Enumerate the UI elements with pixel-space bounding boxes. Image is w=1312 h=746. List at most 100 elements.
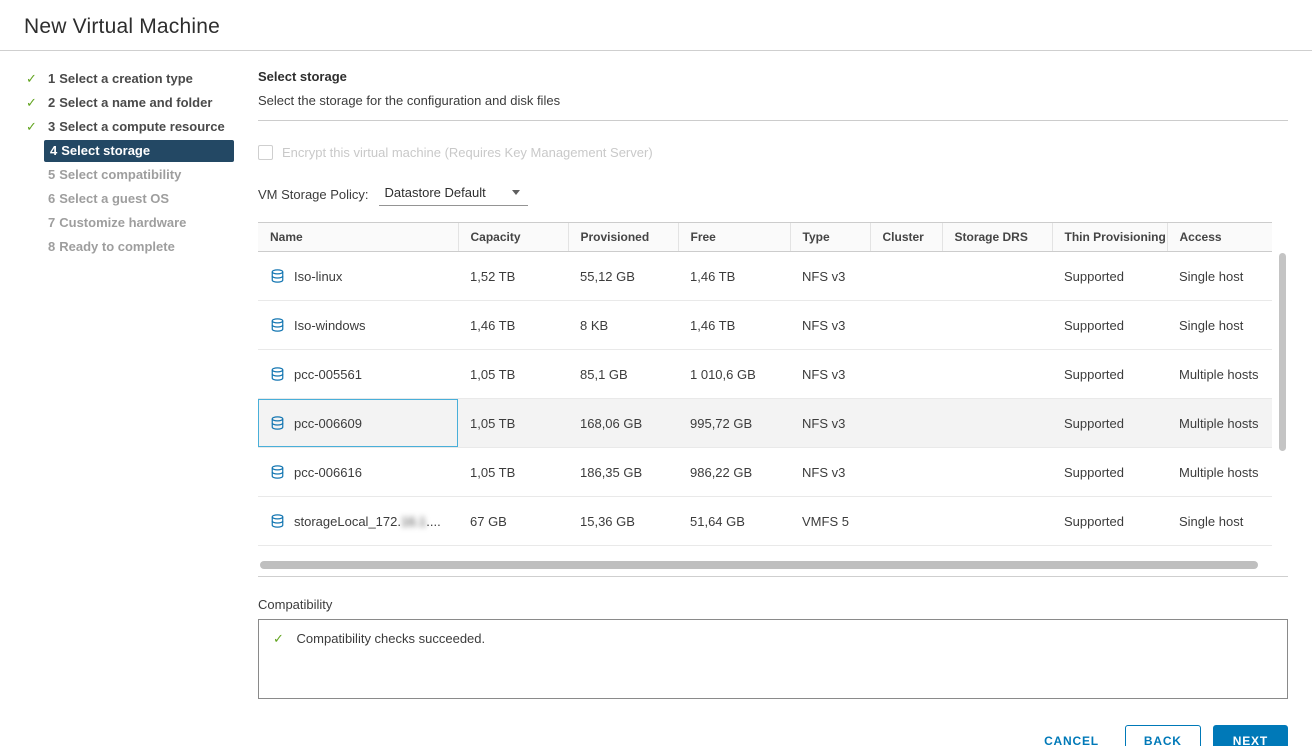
column-header-thin-provisioning[interactable]: Thin Provisioning (1052, 223, 1167, 252)
datastore-icon (270, 366, 285, 382)
chevron-down-icon (512, 190, 520, 195)
column-header-storage-drs[interactable]: Storage DRS (942, 223, 1052, 252)
vm-storage-policy-select[interactable]: Datastore Default (379, 183, 528, 206)
datastore-grid: Name Capacity Provisioned Free Type Clus… (258, 222, 1288, 577)
datastore-icon (270, 415, 285, 431)
cell-thin-provisioning: Supported (1052, 252, 1167, 301)
column-header-type[interactable]: Type (790, 223, 870, 252)
cell-capacity: 1,05 TB (458, 350, 568, 399)
column-header-free[interactable]: Free (678, 223, 790, 252)
step-label: 6Select a guest OS (48, 191, 169, 206)
new-vm-wizard: New Virtual Machine ✓ 1Select a creation… (0, 0, 1312, 746)
table-row[interactable]: pcc-006609 1,05 TB 168,06 GB 995,72 GB N… (258, 399, 1272, 448)
cell-name: Iso-linux (258, 252, 458, 301)
cell-thin-provisioning: Supported (1052, 301, 1167, 350)
check-icon: ✓ (26, 91, 37, 115)
cell-name: storageLocal_172.16.1.... (258, 497, 458, 546)
column-header-name[interactable]: Name (258, 223, 458, 252)
cell-capacity: 67 GB (458, 497, 568, 546)
back-button[interactable]: BACK (1125, 725, 1201, 746)
step-label: 1Select a creation type (48, 71, 193, 86)
column-header-provisioned[interactable]: Provisioned (568, 223, 678, 252)
redacted-text: 16.1 (401, 514, 426, 529)
compatibility-message: Compatibility checks succeeded. (297, 631, 486, 646)
select-storage-pane: Select storage Select the storage for th… (234, 67, 1312, 746)
table-row[interactable]: Iso-linux 1,52 TB 55,12 GB 1,46 TB NFS v… (258, 252, 1272, 301)
cell-type: NFS v3 (790, 399, 870, 448)
cell-storage-drs (942, 301, 1052, 350)
step-label: 8Ready to complete (48, 239, 175, 254)
cell-cluster (870, 252, 942, 301)
cell-storage-drs (942, 252, 1052, 301)
cell-free: 986,22 GB (678, 448, 790, 497)
cell-provisioned: 15,36 GB (568, 497, 678, 546)
cell-capacity: 1,05 TB (458, 399, 568, 448)
cell-access: Single host (1167, 252, 1272, 301)
table-row[interactable]: pcc-006616 1,05 TB 186,35 GB 986,22 GB N… (258, 448, 1272, 497)
sidebar-item-step-3[interactable]: ✓ 3Select a compute resource (0, 115, 234, 139)
cell-capacity: 1,52 TB (458, 252, 568, 301)
wizard-header: New Virtual Machine (0, 0, 1312, 51)
cell-provisioned: 55,12 GB (568, 252, 678, 301)
cell-access: Single host (1167, 497, 1272, 546)
datastore-icon (270, 513, 285, 529)
cell-cluster (870, 497, 942, 546)
sidebar-item-step-1[interactable]: ✓ 1Select a creation type (0, 67, 234, 91)
cell-access: Single host (1167, 301, 1272, 350)
cell-free: 1,46 TB (678, 301, 790, 350)
table-row[interactable]: storageLocal_172.16.1.... 67 GB 15,36 GB… (258, 497, 1272, 546)
cell-thin-provisioning: Supported (1052, 497, 1167, 546)
step-subheading: Select the storage for the configuration… (258, 93, 1288, 108)
cell-access: Multiple hosts (1167, 350, 1272, 399)
horizontal-scrollbar-track (260, 561, 1268, 569)
cell-thin-provisioning: Supported (1052, 399, 1167, 448)
page-title: New Virtual Machine (24, 15, 1288, 39)
table-row[interactable]: Iso-windows 1,46 TB 8 KB 1,46 TB NFS v3 … (258, 301, 1272, 350)
cell-cluster (870, 301, 942, 350)
cell-type: NFS v3 (790, 252, 870, 301)
cell-name: pcc-005561 (258, 350, 458, 399)
datastore-icon (270, 268, 285, 284)
cell-name: Iso-windows (258, 301, 458, 350)
wizard-steps-sidebar: ✓ 1Select a creation type ✓ 2Select a na… (0, 67, 234, 259)
success-check-icon: ✓ (273, 631, 284, 646)
step-heading: Select storage (258, 69, 1288, 84)
sidebar-item-step-8: ✓ 8Ready to complete (0, 235, 234, 259)
horizontal-scrollbar[interactable] (260, 561, 1258, 569)
step-label: 5Select compatibility (48, 167, 181, 182)
step-label: 4Select storage (50, 143, 150, 158)
step-label: 2Select a name and folder (48, 95, 212, 110)
cancel-button[interactable]: CANCEL (1032, 725, 1111, 746)
sidebar-item-step-6: ✓ 6Select a guest OS (0, 187, 234, 211)
column-header-capacity[interactable]: Capacity (458, 223, 568, 252)
sidebar-item-step-7: ✓ 7Customize hardware (0, 211, 234, 235)
cell-storage-drs (942, 399, 1052, 448)
cell-storage-drs (942, 448, 1052, 497)
check-icon: ✓ (26, 115, 37, 139)
encrypt-vm-checkbox (258, 145, 273, 160)
step-label: 3Select a compute resource (48, 119, 225, 134)
next-button[interactable]: NEXT (1213, 725, 1288, 746)
cell-provisioned: 8 KB (568, 301, 678, 350)
compatibility-label: Compatibility (258, 597, 1288, 612)
vertical-scrollbar[interactable] (1279, 253, 1286, 451)
sidebar-item-step-4[interactable]: ✓ 4Select storage (44, 140, 234, 162)
table-row[interactable]: pcc-005561 1,05 TB 85,1 GB 1 010,6 GB NF… (258, 350, 1272, 399)
step-label: 7Customize hardware (48, 215, 186, 230)
sidebar-item-step-2[interactable]: ✓ 2Select a name and folder (0, 91, 234, 115)
cell-free: 51,64 GB (678, 497, 790, 546)
column-header-access[interactable]: Access (1167, 223, 1272, 252)
cell-access: Multiple hosts (1167, 448, 1272, 497)
cell-free: 995,72 GB (678, 399, 790, 448)
cell-name: pcc-006616 (258, 448, 458, 497)
cell-free: 1,46 TB (678, 252, 790, 301)
cell-storage-drs (942, 497, 1052, 546)
check-icon: ✓ (26, 67, 37, 91)
cell-name: pcc-006609 (258, 399, 458, 448)
cell-cluster (870, 399, 942, 448)
cell-provisioned: 168,06 GB (568, 399, 678, 448)
cell-storage-drs (942, 350, 1052, 399)
cell-access: Multiple hosts (1167, 399, 1272, 448)
cell-thin-provisioning: Supported (1052, 350, 1167, 399)
column-header-cluster[interactable]: Cluster (870, 223, 942, 252)
